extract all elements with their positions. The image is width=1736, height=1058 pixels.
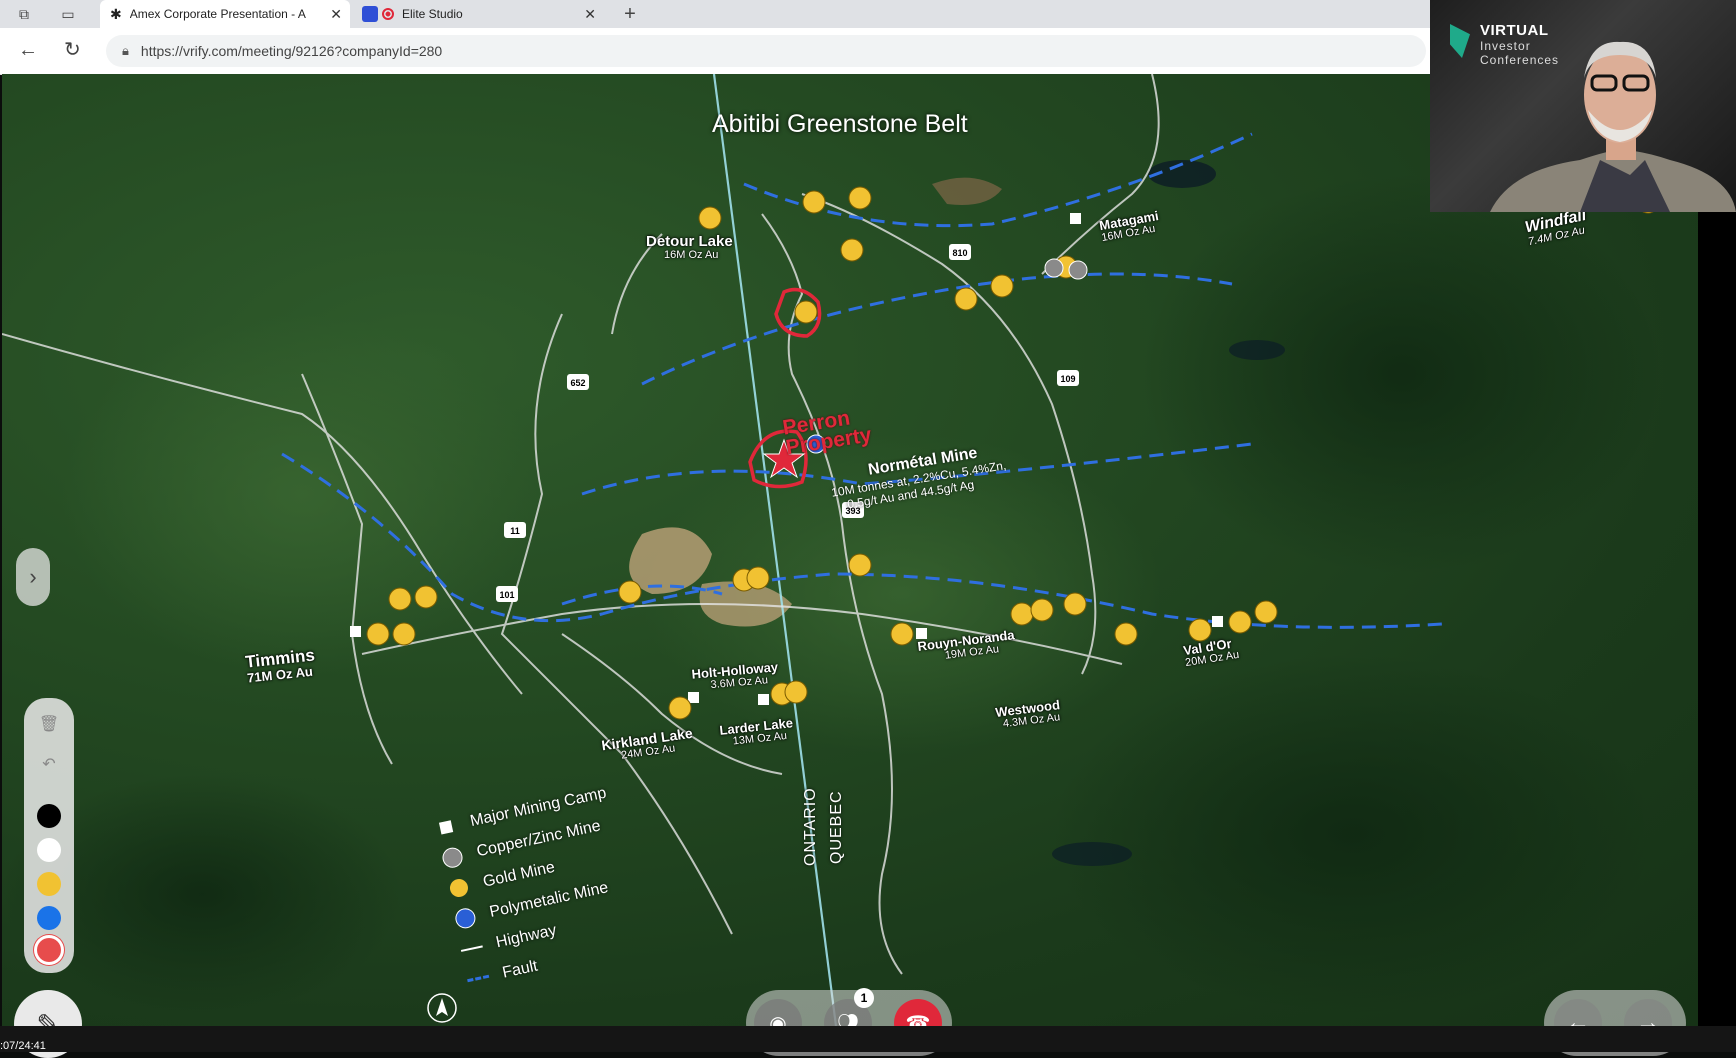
tab-title: Amex Corporate Presentation - A	[129, 7, 306, 21]
province-label-quebec: QUEBEC	[828, 790, 845, 864]
map-presentation-slide: 652 810 109 11 101 393 Abitibi Greenston…	[2, 74, 1698, 1026]
vic-logo: VIRTUAL Investor Conferences	[1450, 22, 1559, 67]
tab-amex[interactable]: ✱ Amex Corporate Presentation - A ✕	[100, 0, 350, 28]
camp-square-icon	[438, 819, 454, 834]
chevron-right-icon: ›	[29, 564, 37, 589]
participants-count-badge: 1	[854, 988, 874, 1008]
svg-text:810: 810	[952, 248, 967, 258]
tab-title: Elite Studio	[402, 7, 463, 21]
compass-icon	[427, 993, 457, 1023]
close-tab-icon[interactable]: ✕	[584, 6, 596, 23]
vrify-favicon-icon: ✱	[110, 5, 122, 22]
expand-panel-button[interactable]: ›	[16, 548, 50, 606]
terrain-patch	[1052, 654, 1652, 1014]
address-bar-row: ← ↻ 🔒︎ https://vrify.com/meeting/92126?c…	[0, 28, 1430, 75]
lock-icon: 🔒︎	[122, 43, 129, 58]
map-title: Abitibi Greenstone Belt	[712, 110, 968, 138]
map-graphics: 652 810 109 11 101 393	[2, 74, 1662, 1026]
recording-icon	[382, 8, 394, 20]
tab-actions-icon[interactable]: ▭	[60, 6, 76, 22]
undo-icon[interactable]: ↶	[37, 752, 61, 776]
svg-text:11: 11	[510, 526, 520, 536]
copper-zinc-mine-icon	[440, 845, 465, 870]
terrain-patch	[62, 314, 542, 674]
svg-text:652: 652	[570, 378, 585, 388]
svg-text:101: 101	[499, 590, 514, 600]
annotation-toolbar: 🗑︎ ↶	[24, 698, 74, 973]
color-black-swatch[interactable]	[37, 804, 61, 828]
place-label-detour-lake: Detour Lake 16M Oz Au	[646, 233, 733, 261]
province-label-ontario: ONTARIO	[802, 787, 819, 866]
color-blue-swatch[interactable]	[37, 906, 61, 930]
clearing-patch	[932, 177, 1002, 205]
close-tab-icon[interactable]: ✕	[330, 6, 342, 23]
new-tab-icon[interactable]: +	[622, 4, 638, 24]
trash-icon[interactable]: 🗑︎	[37, 712, 61, 736]
lake	[1229, 340, 1285, 360]
lake	[1052, 842, 1132, 866]
url-text: https://vrify.com/meeting/92126?companyI…	[140, 43, 443, 59]
gold-mine-icon	[448, 876, 470, 899]
workspaces-icon[interactable]: ⧉	[16, 6, 32, 22]
video-bottom-bar	[0, 1026, 1736, 1052]
color-red-swatch-selected[interactable]	[37, 938, 61, 962]
presenter-webcam: VIRTUAL Investor Conferences	[1430, 0, 1736, 212]
browser-tab-bar: ⧉ ▭ ✱ Amex Corporate Presentation - A ✕ …	[0, 0, 1430, 28]
reload-icon[interactable]: ↻	[64, 40, 81, 60]
url-field[interactable]: 🔒︎ https://vrify.com/meeting/92126?compa…	[106, 35, 1426, 67]
color-white-swatch[interactable]	[37, 838, 61, 862]
right-edge-bar	[1698, 212, 1736, 1026]
color-yellow-swatch[interactable]	[37, 872, 61, 896]
fault-dash-icon	[467, 974, 490, 983]
tab-elite-studio[interactable]: Elite Studio ✕	[356, 0, 604, 28]
extension-favicon-icon	[362, 6, 378, 22]
highway-line-icon	[460, 944, 483, 952]
svg-text:109: 109	[1060, 374, 1075, 384]
place-label-timmins: Timmins 71M Oz Au	[244, 645, 316, 686]
elapsed-time: :07/24:41	[0, 1040, 46, 1052]
polymetallic-mine-icon	[453, 905, 478, 930]
back-arrow-icon[interactable]: ←	[18, 40, 38, 60]
